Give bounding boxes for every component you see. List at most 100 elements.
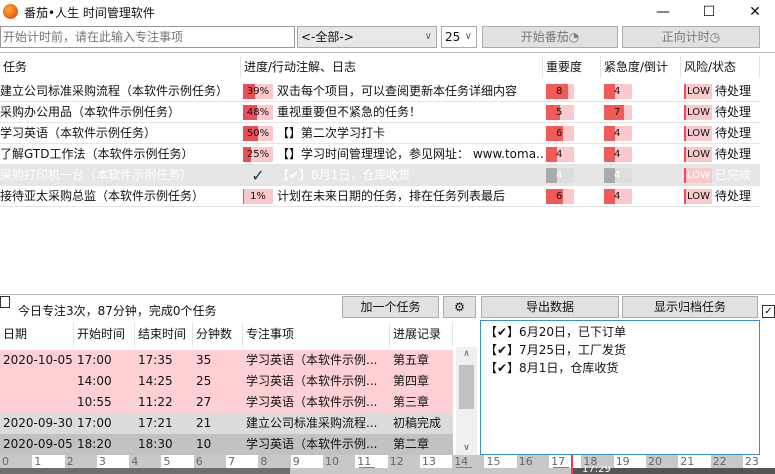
archive-checkbox[interactable]: ✓ [762, 305, 775, 318]
log-row[interactable]: 2020-09-30 17:00 17:21 21 建立公司标准采购流程... 初稿完成 [0, 413, 453, 434]
clock-icon: ◷ [709, 30, 721, 44]
timeline-past-strip [0, 468, 290, 474]
progress-label: 1% [250, 191, 266, 202]
task-row[interactable]: 接待亚太采购总监（本软件示例任务） 1% 计划在未来日期的任务，排在任务列表最后… [0, 186, 760, 207]
progress-label: 48% [246, 107, 270, 118]
timeline-hour: 9 [290, 455, 323, 468]
log-row[interactable]: 10:55 11:22 27 学习英语（本软件示例... 第三章 [0, 392, 453, 413]
export-button[interactable]: 导出数据 [481, 296, 619, 318]
importance-bar: 4 [546, 147, 574, 162]
timeline-hour: 8 [258, 455, 291, 468]
task-notes-box[interactable]: 【✔】6月20日，已下订单 【✔】7月25日，工厂发货 【✔】8月1日，仓库收货 [480, 320, 760, 455]
settings-button[interactable]: ⚙ [443, 296, 476, 318]
risk-cell: LOW 待处理 [681, 81, 760, 102]
log-record: 初稿完成 [393, 416, 442, 430]
task-name: 了解GTD工作法（本软件示例任务） [0, 147, 194, 161]
timeline-strip [290, 468, 573, 474]
count-up-button[interactable]: 正向计时◷ [622, 26, 760, 48]
log-row[interactable]: 14:00 14:25 25 学习英语（本软件示例... 第四章 [0, 371, 453, 392]
timeline-hour: 7 [226, 455, 259, 468]
log-record: 第二章 [393, 437, 430, 451]
timeline-hour: 15 [484, 455, 517, 468]
focus-input[interactable] [0, 26, 295, 48]
task-progress-cell: 50% 【】第二次学习打卡 [241, 123, 543, 144]
task-row[interactable]: 学习英语（本软件示例任务） 50% 【】第二次学习打卡 6 4 LOW 待处理 [0, 123, 760, 144]
log-header-record[interactable]: 进展记录 [390, 322, 453, 347]
task-progress-cell: 48% 重视重要但不紧急的任务！ [241, 102, 543, 123]
progress-bar: 48% [243, 105, 273, 120]
log-header-item[interactable]: 专注事项 [243, 322, 390, 347]
title-bar: 番茄•人生 时间管理软件 — ☐ ✕ [0, 0, 775, 24]
log-header-minutes[interactable]: 分钟数 [193, 322, 243, 347]
task-name: 采购办公用品（本软件示例任务） [0, 105, 181, 119]
task-progress-cell: 39% 双击每个项目，可以查阅更新本任务详细内容 [241, 81, 543, 102]
header-risk[interactable]: 风险/状态 [681, 56, 760, 78]
task-row[interactable]: 采购打印机一台（本软件示例任务） ✓ 【✔】8月1日，仓库收货 4 4 LOW 已… [0, 165, 760, 186]
status-text: 待处理 [715, 105, 752, 119]
urgency-value: 4 [614, 149, 621, 160]
urgency-cell: 4 [601, 165, 681, 186]
progress-bar: ✓ [243, 168, 273, 184]
today-summary: 今日专注3次，87分钟，完成0个任务 [18, 304, 217, 318]
log-header-start[interactable]: 开始时间 [74, 322, 135, 347]
status-text: 待处理 [715, 147, 752, 161]
timeline-hour: 13 [419, 455, 453, 468]
header-task[interactable]: 任务 [0, 56, 241, 78]
show-archived-button[interactable]: 显示归档任务 [622, 296, 758, 318]
log-start: 10:55 [77, 395, 112, 409]
urgency-cell: 7 [601, 102, 681, 123]
urgency-value: 7 [614, 107, 621, 118]
risk-badge: LOW [684, 84, 712, 99]
minimize-button[interactable]: — [640, 1, 686, 23]
log-minutes: 25 [196, 374, 212, 388]
category-select[interactable]: <-全部-> ∨ [297, 26, 437, 48]
log-header-end[interactable]: 结束时间 [135, 322, 193, 347]
importance-bar: 8 [546, 84, 574, 99]
risk-badge: LOW [684, 126, 712, 141]
add-task-button[interactable]: 加一个任务 [342, 296, 439, 318]
close-button[interactable]: ✕ [732, 1, 775, 23]
importance-bar: 6 [546, 189, 574, 204]
risk-cell: LOW 待处理 [681, 186, 760, 207]
importance-cell: 6 [543, 123, 601, 144]
header-importance[interactable]: 重要度 [543, 56, 601, 78]
minutes-value: 25 [445, 30, 461, 44]
progress-bar: 39% [243, 84, 273, 99]
scroll-thumb[interactable] [459, 365, 474, 409]
window-title: 番茄•人生 时间管理软件 [24, 6, 155, 20]
filter-checkbox[interactable] [0, 296, 10, 308]
urgency-bar: 4 [604, 126, 632, 141]
task-note: 双击每个项目，可以查阅更新本任务详细内容 [277, 84, 518, 98]
importance-value: 6 [556, 191, 563, 202]
header-progress[interactable]: 进度/行动注解、日志 [241, 56, 543, 78]
log-header-date[interactable]: 日期 [0, 322, 74, 347]
log-minutes: 10 [196, 437, 212, 451]
task-row[interactable]: 了解GTD工作法（本软件示例任务） 25% 【】学习时间管理理论，参见网址： w… [0, 144, 760, 165]
urgency-value: 4 [614, 86, 621, 97]
note-line: 【✔】6月20日，已下订单 [485, 325, 626, 339]
timeline-hour: 5 [161, 455, 194, 468]
log-row[interactable]: 2020-09-05 18:20 18:30 10 学习英语（本软件示例... 第二章 [0, 434, 453, 455]
log-date [0, 392, 74, 413]
log-row[interactable]: 2020-10-05 17:00 17:35 35 学习英语（本软件示例... 第五章 [0, 350, 453, 371]
task-row[interactable]: 建立公司标准采购流程（本软件示例任务） 39% 双击每个项目，可以查阅更新本任务… [0, 81, 760, 102]
current-time-label: 17:29 [582, 466, 611, 474]
task-note: 【✔】8月1日，仓库收货 [277, 168, 411, 182]
task-row[interactable]: 采购办公用品（本软件示例任务） 48% 重视重要但不紧急的任务！ 5 7 LOW… [0, 102, 760, 123]
log-scrollbar[interactable]: ∧ ∨ [456, 347, 477, 455]
task-note: 重视重要但不紧急的任务！ [277, 105, 422, 119]
header-urgency[interactable]: 紧急度/倒计 [601, 56, 681, 78]
importance-value: 4 [556, 170, 563, 181]
chevron-down-icon: ∨ [424, 31, 432, 42]
log-item: 学习英语（本软件示例... [246, 353, 378, 367]
timeline-hour: 10 [323, 455, 356, 468]
urgency-bar: 4 [604, 147, 632, 162]
urgency-bar: 4 [604, 84, 632, 99]
maximize-button[interactable]: ☐ [686, 1, 732, 23]
risk-cell: LOW 待处理 [681, 123, 760, 144]
urgency-bar: 4 [604, 168, 632, 183]
progress-label: 50% [246, 128, 270, 139]
minutes-select[interactable]: 25 ∨ [441, 26, 477, 48]
importance-cell: 6 [543, 186, 601, 207]
start-pomodoro-button[interactable]: 开始番茄◔ [482, 26, 618, 48]
